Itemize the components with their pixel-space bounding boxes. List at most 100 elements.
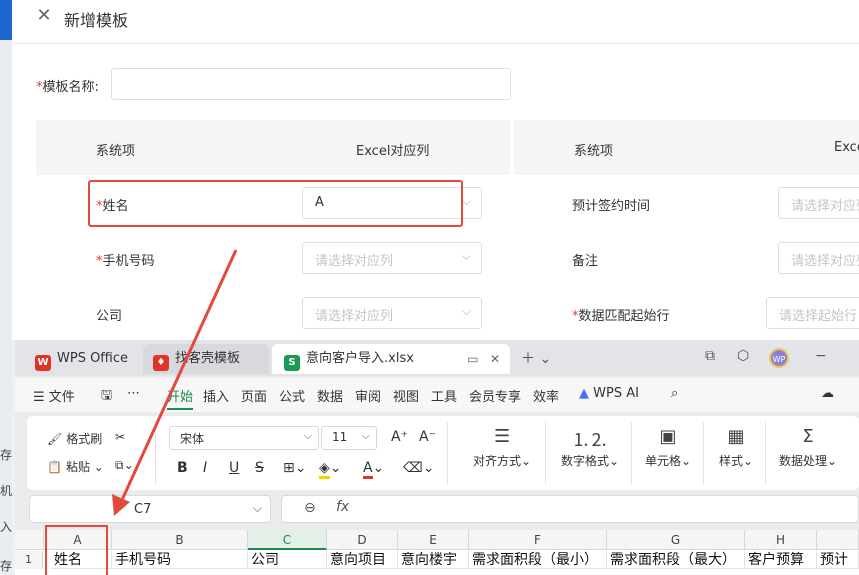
column-header-selected[interactable]: C bbox=[248, 530, 327, 550]
select-placeholder: 请选择对应列 bbox=[791, 199, 859, 214]
template-name-label: *模板名称: bbox=[36, 76, 99, 95]
multi-window-icon[interactable]: ⧉ bbox=[705, 348, 715, 364]
chevron-down-icon: ⌵ bbox=[461, 194, 471, 208]
table-cell[interactable]: 意向楼宇 bbox=[398, 551, 469, 569]
cut-icon[interactable]: ✂ bbox=[115, 430, 125, 444]
underline-icon[interactable]: U bbox=[229, 460, 239, 476]
gutter-text: 存 bbox=[0, 448, 13, 462]
column-header[interactable]: E bbox=[398, 530, 469, 550]
fx-icon[interactable]: fx bbox=[336, 499, 349, 515]
table-cell[interactable]: 公司 bbox=[248, 551, 327, 569]
font-name-select[interactable]: 宋体 ⌵ bbox=[169, 426, 319, 450]
cell-button[interactable]: ▣ 单元格⌄ bbox=[645, 426, 691, 469]
menu-file[interactable]: ☰ 文件 bbox=[33, 386, 75, 405]
column-header[interactable]: B bbox=[112, 530, 248, 550]
menu-review[interactable]: 审阅 bbox=[355, 386, 381, 405]
close-icon[interactable]: ✕ bbox=[490, 352, 500, 366]
eraser-icon[interactable]: ⌫⌄ bbox=[403, 460, 435, 476]
tab-label: 找客壳模板 bbox=[175, 351, 241, 366]
tab-wps-office[interactable]: W WPS Office bbox=[25, 344, 143, 374]
new-tab-icon[interactable]: ＋ ⌄ bbox=[521, 348, 551, 368]
menu-wps-ai[interactable]: ▲ WPS AI bbox=[579, 386, 639, 401]
close-icon[interactable]: ✕ bbox=[34, 6, 54, 26]
table-cell[interactable]: 需求面积段（最大） bbox=[607, 551, 745, 569]
fill-color-icon[interactable]: ◈⌄ bbox=[319, 460, 342, 479]
format-painter-button[interactable]: 🖌 格式刷 bbox=[47, 430, 102, 447]
paste-button[interactable]: 📋 粘贴 ⌄ bbox=[47, 458, 104, 475]
column-header[interactable]: H bbox=[745, 530, 817, 550]
increase-font-icon[interactable]: A⁺ bbox=[391, 429, 408, 445]
decrease-font-icon[interactable]: A⁻ bbox=[419, 429, 436, 445]
search-icon[interactable]: ⌕ bbox=[671, 386, 678, 401]
font-name-value: 宋体 bbox=[180, 432, 205, 446]
new-template-dialog: ✕ 新增模板 *模板名称: 系统项 Excel对应列 系统项 Exce *姓名 … bbox=[12, 0, 859, 340]
font-size-select[interactable]: 11 ⌵ bbox=[321, 426, 377, 450]
menu-formula[interactable]: 公式 bbox=[279, 386, 305, 405]
select-remark-column[interactable]: 请选择对应列 bbox=[778, 242, 859, 274]
corner-cell[interactable] bbox=[15, 530, 44, 550]
select-start-row[interactable]: 请选择起始行 bbox=[766, 297, 859, 329]
menu-page[interactable]: 页面 bbox=[241, 386, 267, 405]
wps-tab-bar: W WPS Office ♦ 找客壳模板 S 意向客户导入.xlsx ▭ ✕ ＋ ⌄ ⧉… bbox=[15, 340, 859, 376]
table-cell[interactable]: 客户预算 bbox=[745, 551, 817, 569]
column-header[interactable] bbox=[817, 530, 859, 550]
window-icon[interactable]: ▭ bbox=[467, 352, 478, 366]
strikethrough-icon[interactable]: S bbox=[255, 460, 264, 476]
table-cell[interactable]: 意向项目 bbox=[327, 551, 398, 569]
field-label-sign-date: 预计签约时间 bbox=[572, 199, 651, 214]
table-cell[interactable]: 手机号码 bbox=[112, 551, 248, 569]
formula-input[interactable]: ⊖ fx bbox=[281, 495, 859, 523]
button-label: 数据处理 bbox=[779, 454, 828, 468]
divider bbox=[155, 422, 156, 484]
cube-icon[interactable]: ⬡ bbox=[737, 348, 749, 364]
italic-icon[interactable]: I bbox=[203, 460, 207, 476]
menu-tools[interactable]: 工具 bbox=[431, 386, 457, 405]
bold-icon[interactable]: B bbox=[177, 460, 188, 476]
select-company-column[interactable]: 请选择对应列 ⌵ bbox=[302, 297, 482, 329]
avatar[interactable]: WP bbox=[769, 348, 789, 368]
cloud-icon[interactable]: ☁ bbox=[821, 386, 834, 401]
field-label-company: 公司 bbox=[96, 309, 123, 324]
table-cell[interactable]: 需求面积段（最小） bbox=[469, 551, 607, 569]
button-label: 数字格式 bbox=[561, 454, 610, 468]
save-icon[interactable]: 🖫 bbox=[101, 386, 112, 408]
number-format-button[interactable]: ⒈⒉ 数字格式⌄ bbox=[561, 426, 619, 469]
zoom-icon[interactable]: ⊖ bbox=[304, 500, 316, 516]
tab-label: WPS Office bbox=[57, 351, 129, 366]
template-name-input[interactable] bbox=[111, 68, 511, 100]
style-button[interactable]: ▦ 样式⌄ bbox=[719, 426, 753, 469]
minimize-icon[interactable]: − bbox=[815, 348, 827, 364]
menu-insert[interactable]: 插入 bbox=[203, 386, 229, 405]
menu-member[interactable]: 会员专享 bbox=[469, 386, 521, 405]
name-box[interactable]: C7 ⌵ bbox=[29, 495, 271, 523]
select-placeholder: 请选择对应列 bbox=[315, 309, 394, 324]
menu-efficiency[interactable]: 效率 bbox=[533, 386, 559, 405]
divider bbox=[703, 422, 704, 484]
tab-xlsx-file[interactable]: S 意向客户导入.xlsx ▭ ✕ bbox=[272, 344, 510, 374]
dialog-title: 新增模板 bbox=[64, 11, 129, 30]
header-system-item: 系统项 bbox=[574, 144, 614, 159]
brush-icon: 🖌 bbox=[47, 432, 63, 446]
border-icon[interactable]: ⊞⌄ bbox=[283, 460, 306, 476]
button-label: 样式 bbox=[719, 454, 744, 468]
tab-template[interactable]: ♦ 找客壳模板 bbox=[143, 344, 269, 374]
menu-view[interactable]: 视图 bbox=[393, 386, 419, 405]
select-phone-column[interactable]: 请选择对应列 ⌵ bbox=[302, 242, 482, 274]
table-cell[interactable]: 预计 bbox=[817, 551, 859, 569]
menu-data[interactable]: 数据 bbox=[317, 386, 343, 405]
more-icon[interactable]: ⋯ bbox=[127, 386, 140, 401]
data-processing-button[interactable]: Σ 数据处理⌄ bbox=[779, 426, 837, 469]
spreadsheet-icon: S bbox=[284, 355, 300, 371]
select-sign-date-column[interactable]: 请选择对应列 bbox=[778, 187, 859, 219]
font-color-icon[interactable]: A⌄ bbox=[363, 460, 384, 479]
button-label: 单元格 bbox=[645, 454, 682, 468]
column-header[interactable]: D bbox=[327, 530, 398, 550]
menu-home[interactable]: 开始 bbox=[167, 386, 194, 410]
fill-swatch: ◈ bbox=[319, 460, 330, 479]
copy-icon[interactable]: ⧉⌄ bbox=[115, 458, 134, 473]
row-header[interactable]: 1 bbox=[15, 551, 43, 569]
column-header[interactable]: G bbox=[607, 530, 745, 550]
align-button[interactable]: ☰ 对齐方式⌄ bbox=[473, 426, 531, 469]
tab-actions: ▭ ✕ bbox=[467, 344, 500, 374]
column-header[interactable]: F bbox=[469, 530, 607, 550]
